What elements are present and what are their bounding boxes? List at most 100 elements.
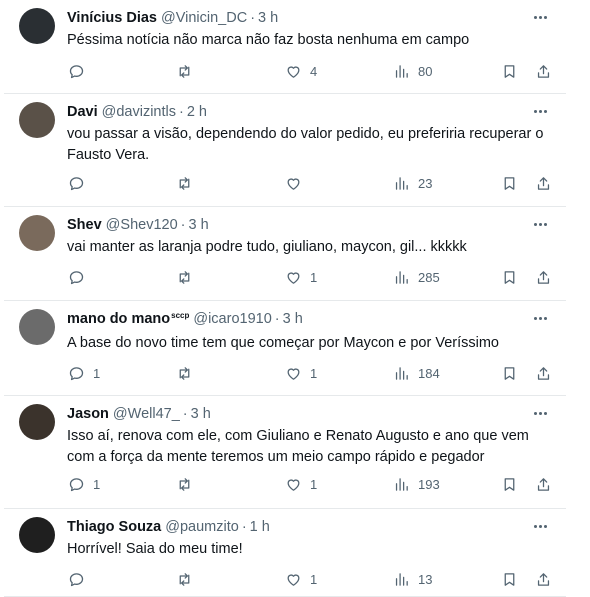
bookmark-button[interactable] xyxy=(501,476,518,493)
avatar[interactable] xyxy=(19,8,55,44)
user-handle[interactable]: @icaro1910 xyxy=(193,309,271,329)
avatar[interactable] xyxy=(19,309,55,345)
share-icon xyxy=(537,477,550,491)
reply-icon xyxy=(69,477,84,491)
bookmark-button[interactable] xyxy=(501,175,518,192)
display-name[interactable]: mano do mano xyxy=(67,309,170,329)
reply-count: 1 xyxy=(93,476,101,492)
like-count: 1 xyxy=(310,269,318,285)
bookmark-button[interactable] xyxy=(501,269,518,286)
tweet[interactable]: Jason @Well47_ · 3 h Isso aí, renova com… xyxy=(4,396,566,509)
reply-button[interactable]: 1 xyxy=(68,476,100,493)
share-icon xyxy=(537,176,550,190)
tweet[interactable]: Thiago Souza @paumzito · 1 h Horrível! S… xyxy=(4,509,566,597)
retweet-button[interactable] xyxy=(176,63,201,80)
reply-button[interactable] xyxy=(68,571,93,588)
heart-icon xyxy=(287,177,300,190)
timestamp[interactable]: 3 h xyxy=(283,309,303,329)
share-button[interactable] xyxy=(535,571,552,588)
views-button[interactable]: 184 xyxy=(393,365,440,382)
views-icon xyxy=(395,176,408,190)
views-button[interactable]: 13 xyxy=(393,571,432,588)
tweet[interactable]: Shev @Shev120 · 3 h vai manter as laranj… xyxy=(4,207,566,301)
like-button[interactable] xyxy=(285,175,310,192)
like-button[interactable]: 1 xyxy=(285,365,317,382)
more-options-icon[interactable] xyxy=(530,309,550,327)
retweet-button[interactable] xyxy=(176,476,201,493)
retweet-icon xyxy=(179,270,190,284)
like-count: 4 xyxy=(310,63,318,79)
share-icon xyxy=(537,366,550,380)
timestamp[interactable]: 2 h xyxy=(187,102,207,122)
bookmark-button[interactable] xyxy=(501,365,518,382)
views-icon xyxy=(395,366,408,380)
reply-button[interactable]: 1 xyxy=(68,365,100,382)
share-button[interactable] xyxy=(535,63,552,80)
bookmark-icon xyxy=(504,477,515,491)
bookmark-icon xyxy=(504,64,515,78)
more-options-icon[interactable] xyxy=(530,102,550,120)
avatar[interactable] xyxy=(19,404,55,440)
reply-icon xyxy=(69,572,84,586)
tweet-text: Péssima notícia não marca não faz bosta … xyxy=(67,32,470,48)
user-handle[interactable]: @paumzito xyxy=(165,517,239,537)
heart-icon xyxy=(287,65,300,78)
more-options-icon[interactable] xyxy=(530,8,550,26)
tweet-text: A base do novo time tem que começar por … xyxy=(67,335,499,351)
retweet-button[interactable] xyxy=(176,571,201,588)
avatar[interactable] xyxy=(19,517,55,553)
display-name[interactable]: Vinícius Dias xyxy=(67,8,157,28)
views-button[interactable]: 285 xyxy=(393,269,440,286)
views-button[interactable]: 193 xyxy=(393,476,440,493)
reply-button[interactable] xyxy=(68,175,93,192)
action-bar: 1 1 193 xyxy=(67,474,550,494)
avatar[interactable] xyxy=(19,102,55,138)
user-handle[interactable]: @Shev120 xyxy=(106,215,178,235)
more-options-icon[interactable] xyxy=(530,404,550,422)
more-options-icon[interactable] xyxy=(530,517,550,535)
action-bar: 23 xyxy=(67,173,550,193)
bookmark-button[interactable] xyxy=(501,63,518,80)
tweet-text: vou passar a visão, dependendo do valor … xyxy=(67,126,544,163)
retweet-icon xyxy=(179,477,190,491)
user-handle[interactable]: @Vinicin_DC xyxy=(161,8,247,28)
share-button[interactable] xyxy=(535,175,552,192)
display-name[interactable]: Davi xyxy=(67,102,98,122)
bookmark-button[interactable] xyxy=(501,571,518,588)
display-name[interactable]: Jason xyxy=(67,404,109,424)
retweet-icon xyxy=(179,176,190,190)
user-handle[interactable]: @davizintls xyxy=(102,102,176,122)
tweet[interactable]: Davi @davizintls · 2 h vou passar a visã… xyxy=(4,94,566,207)
display-name[interactable]: Thiago Souza xyxy=(67,517,161,537)
retweet-button[interactable] xyxy=(176,175,201,192)
retweet-button[interactable] xyxy=(176,365,201,382)
reply-button[interactable] xyxy=(68,63,93,80)
tweet[interactable]: mano do mano sccp @icaro1910 · 3 h A bas… xyxy=(4,301,566,396)
timestamp[interactable]: 3 h xyxy=(258,8,278,28)
share-button[interactable] xyxy=(535,269,552,286)
timestamp[interactable]: 1 h xyxy=(250,517,270,537)
reply-icon xyxy=(69,176,84,190)
views-button[interactable]: 23 xyxy=(393,175,432,192)
heart-icon xyxy=(287,367,300,380)
timestamp[interactable]: 3 h xyxy=(191,404,211,424)
bookmark-icon xyxy=(504,572,515,586)
views-button[interactable]: 80 xyxy=(393,63,432,80)
retweet-icon xyxy=(179,572,190,586)
tweet[interactable]: Vinícius Dias @Vinicin_DC · 3 h Péssima … xyxy=(4,0,566,94)
team-badge: sccp xyxy=(171,311,190,320)
timestamp[interactable]: 3 h xyxy=(188,215,208,235)
share-button[interactable] xyxy=(535,365,552,382)
like-button[interactable]: 1 xyxy=(285,269,317,286)
more-options-icon[interactable] xyxy=(530,215,550,233)
like-count: 1 xyxy=(310,571,318,587)
user-handle[interactable]: @Well47_ xyxy=(113,404,180,424)
reply-button[interactable] xyxy=(68,269,93,286)
share-button[interactable] xyxy=(535,476,552,493)
like-button[interactable]: 4 xyxy=(285,63,317,80)
like-button[interactable]: 1 xyxy=(285,476,317,493)
avatar[interactable] xyxy=(19,215,55,251)
retweet-button[interactable] xyxy=(176,269,201,286)
like-button[interactable]: 1 xyxy=(285,571,317,588)
display-name[interactable]: Shev xyxy=(67,215,102,235)
